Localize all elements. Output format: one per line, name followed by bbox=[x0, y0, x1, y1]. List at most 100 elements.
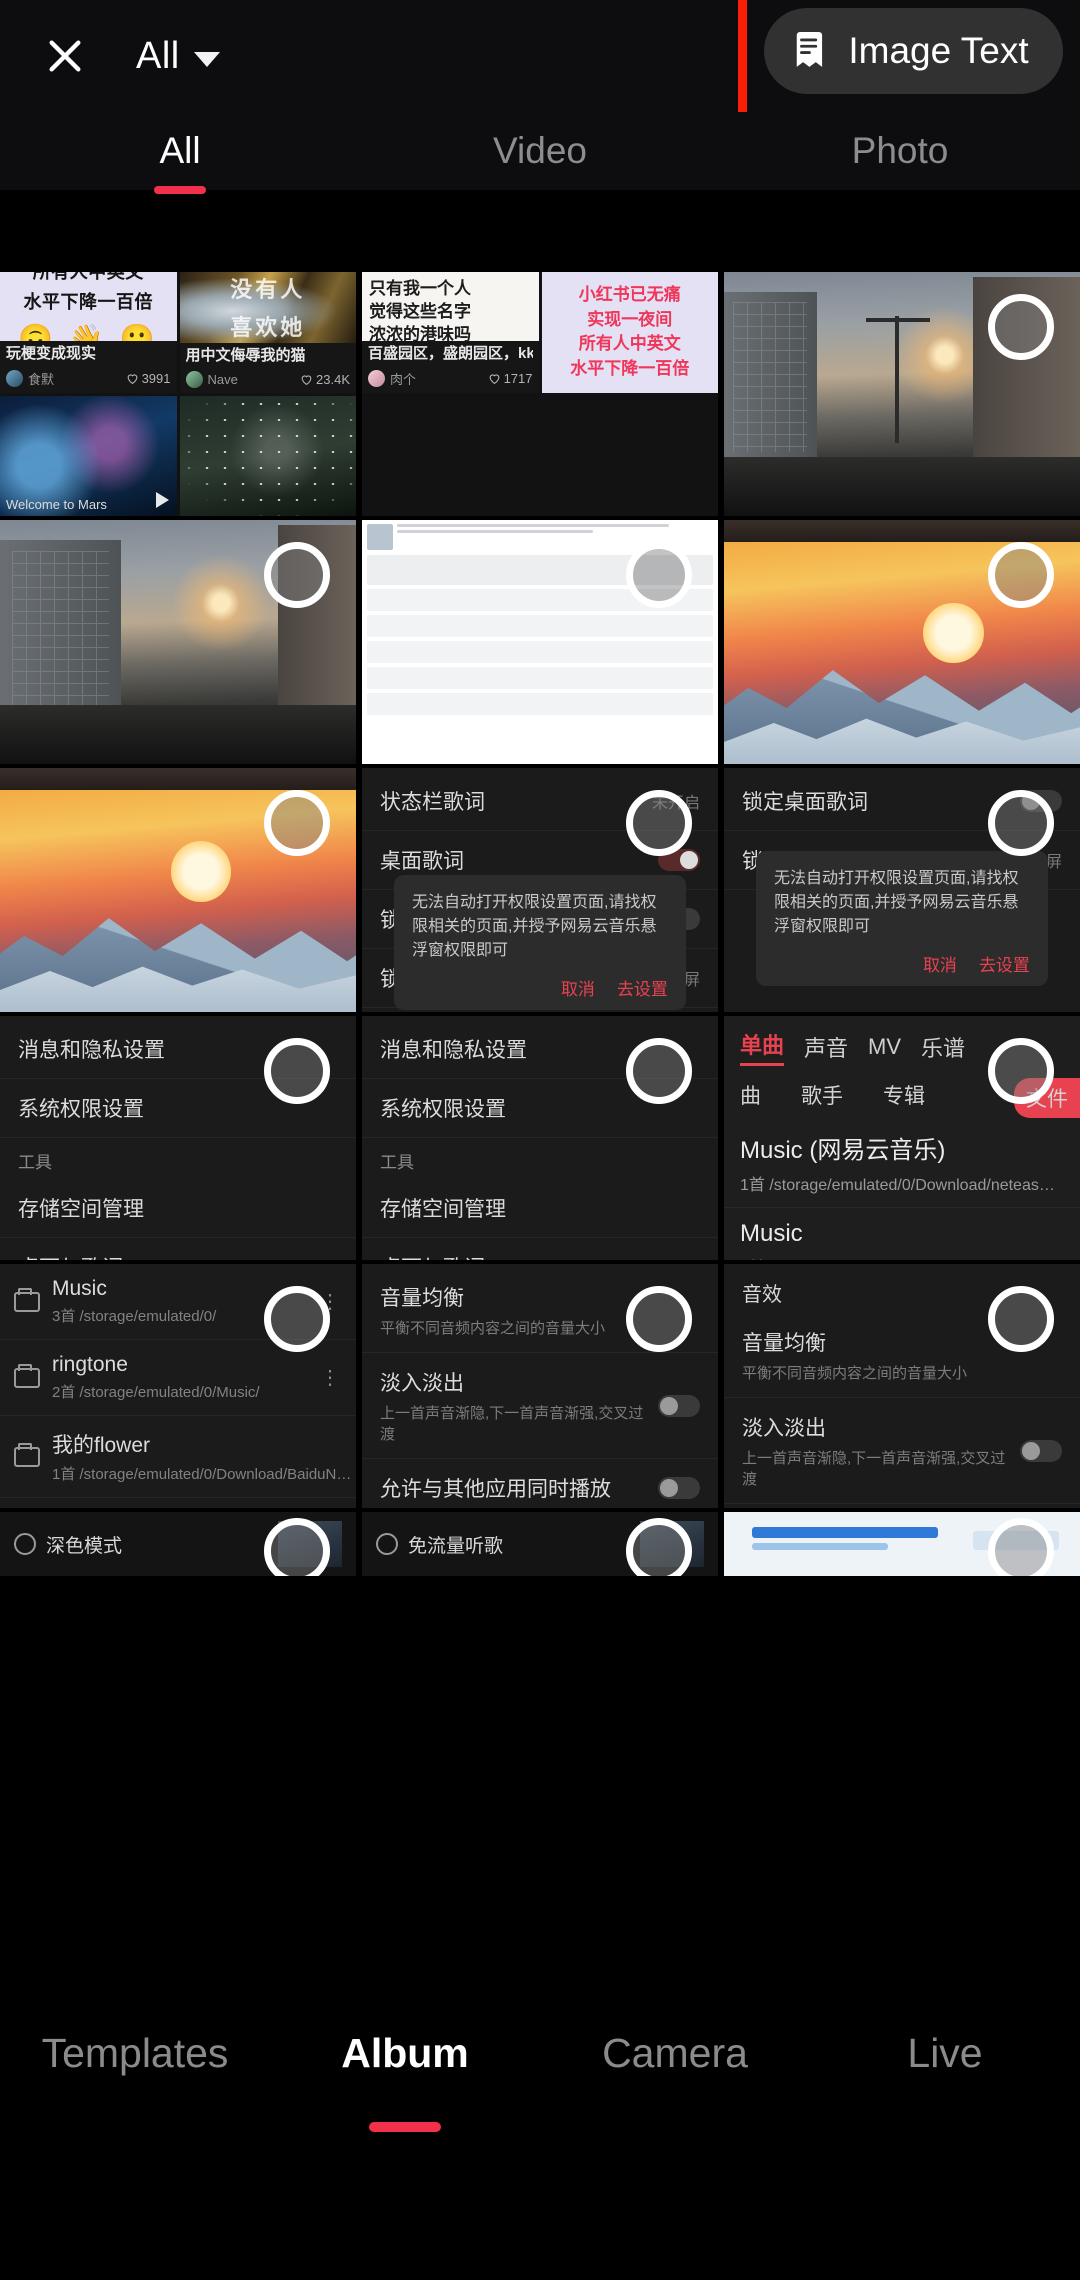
heart-icon bbox=[301, 374, 312, 385]
nav-templates[interactable]: Templates bbox=[0, 2030, 270, 2077]
nav-album[interactable]: Album bbox=[270, 2030, 540, 2077]
row-title: 存储空间管理 bbox=[380, 1198, 506, 1221]
grid-item-privacy-settings-2[interactable]: 消息和隐私设置 系统权限设置 工具 存储空间管理 桌面与歌词 账号页管理 小组件… bbox=[362, 1016, 718, 1260]
grid-item-mountain-painting-2[interactable] bbox=[0, 768, 356, 1012]
grid-item-dark-mode-fragment[interactable]: 深色模式 bbox=[0, 1512, 356, 1576]
tab-score: 乐谱 bbox=[921, 1036, 966, 1061]
dialog-message: 无法自动打开权限设置页面,请找权限相关的页面,并授予网易云音乐悬浮窗权限即可 bbox=[774, 869, 1019, 935]
tab-all[interactable]: All bbox=[0, 112, 360, 190]
row-title: 音量均衡 bbox=[380, 1287, 464, 1310]
grid-item-spreadsheet[interactable] bbox=[362, 520, 718, 764]
thumbnail bbox=[367, 524, 393, 550]
folder-selector-label: All bbox=[136, 34, 180, 77]
grid-item-folder-list[interactable]: Music 3首 /storage/emulated/0/ ⋮ ringtone… bbox=[0, 1264, 356, 1508]
table-block bbox=[367, 641, 713, 663]
post-line-3: 浓浓的港味吗 bbox=[369, 324, 471, 341]
post-text-block: 只有我一个人 觉得这些名字 浓浓的港味吗 bbox=[362, 272, 539, 341]
selection-circle[interactable] bbox=[626, 542, 692, 608]
selection-circle[interactable] bbox=[988, 1518, 1054, 1576]
subtab-artist: 歌手 bbox=[801, 1085, 843, 1108]
permission-dialog: 无法自动打开权限设置页面,请找权限相关的页面,并授予网易云音乐悬浮窗权限即可 取… bbox=[394, 875, 686, 1011]
chevron-down-icon bbox=[193, 51, 220, 67]
selection-circle[interactable] bbox=[988, 790, 1054, 856]
settings-row: 淡入淡出 上一首声音渐隐,下一首声音渐强,交叉过渡 bbox=[362, 1353, 718, 1459]
subtab-song: 曲 bbox=[740, 1085, 761, 1108]
settings-row: 桌面与歌词 bbox=[0, 1238, 356, 1260]
grid-item-rednote-post[interactable]: 只有我一个人 觉得这些名字 浓浓的港味吗 百盛园区，盛朗园区，kk园区，只有我一… bbox=[362, 272, 718, 516]
rednote-card-image: 所有人中英文 水平下降一百倍 🙃 👋 🙂 bbox=[0, 272, 177, 341]
dialog-cancel-button[interactable]: 取消 bbox=[923, 951, 957, 976]
rednote-card-image: Welcome to Mars bbox=[0, 395, 177, 516]
line bbox=[397, 530, 593, 533]
rednote-card-footer: 肉个 1717 bbox=[368, 369, 533, 388]
concert-video-thumb: Welcome to Mars bbox=[0, 395, 177, 516]
tab-single: 单曲 bbox=[740, 1028, 785, 1066]
grid-item-mountain-painting[interactable] bbox=[724, 520, 1080, 764]
grid-item-rednote-feed[interactable]: 所有人中英文 水平下降一百倍 🙃 👋 🙂 玩梗变成现实 食默 3991 bbox=[0, 272, 356, 516]
selection-circle[interactable] bbox=[988, 294, 1054, 360]
dialog-confirm-button[interactable]: 去设置 bbox=[979, 951, 1030, 976]
music-name: Music bbox=[740, 1220, 803, 1247]
like-value: 3991 bbox=[141, 370, 171, 386]
selection-circle[interactable] bbox=[264, 1518, 330, 1576]
settings-row: 允许与其他应用同时播放 bbox=[724, 1504, 1080, 1508]
grid-item-street-sunset[interactable] bbox=[724, 272, 1080, 516]
line bbox=[397, 524, 669, 527]
row-title: 状态栏歌词 bbox=[380, 791, 485, 814]
selection-circle[interactable] bbox=[626, 790, 692, 856]
selection-circle[interactable] bbox=[264, 1286, 330, 1352]
folder-name: ringtone bbox=[52, 1353, 128, 1376]
grid-item-privacy-settings[interactable]: 消息和隐私设置 系统权限设置 工具 存储空间管理 桌面与歌词 账号页管理 小组件… bbox=[0, 1016, 356, 1260]
folder-icon bbox=[14, 1363, 40, 1388]
more-vertical-icon[interactable]: ⋮ bbox=[320, 1365, 342, 1390]
grid-item-lyrics-settings[interactable]: 状态栏歌词 未开启 桌面歌词 锁定桌面歌词 锁屏显示 系统锁屏 无法自动打开权限… bbox=[362, 768, 718, 1012]
grid-item-street-sunset-2[interactable] bbox=[0, 520, 356, 764]
selection-circle[interactable] bbox=[626, 1518, 692, 1576]
selection-circle[interactable] bbox=[264, 1038, 330, 1104]
selection-circle[interactable] bbox=[988, 542, 1054, 608]
selection-circle[interactable] bbox=[264, 790, 330, 856]
grid-item-audio-settings[interactable]: 音量均衡 平衡不同音频内容之间的音量大小 淡入淡出 上一首声音渐隐,下一首声音渐… bbox=[362, 1264, 718, 1508]
grid-item-music-library[interactable]: 单曲 声音 MV 乐谱 曲 歌手 专辑 文件 Music (网易云音乐) 1首 … bbox=[724, 1016, 1080, 1260]
rednote-card-title: 百盛园区，盛朗园区，kk园区，只有我一个… bbox=[368, 344, 533, 362]
fragment-label: 深色模式 bbox=[46, 1535, 123, 1557]
music-path: 1首 /storage/emulated/0/Download/neteas… bbox=[740, 1177, 1055, 1194]
rednote-card-meta: 用中文侮辱我的猫 Nave 23.4K bbox=[180, 343, 357, 393]
tab-video[interactable]: Video bbox=[360, 112, 720, 190]
row-title: 淡入淡出 bbox=[380, 1372, 464, 1395]
grid-item-lyrics-settings-2[interactable]: 锁定桌面歌词 锁屏显示 系统锁屏 无法自动打开权限设置页面,请找权限相关的页面,… bbox=[724, 768, 1080, 1012]
folder-selector[interactable]: All bbox=[136, 35, 220, 78]
close-button[interactable] bbox=[28, 19, 102, 93]
selection-circle[interactable] bbox=[264, 542, 330, 608]
nav-live[interactable]: Live bbox=[810, 2030, 1080, 2077]
tab-photo[interactable]: Photo bbox=[720, 112, 1080, 190]
selection-circle[interactable] bbox=[626, 1038, 692, 1104]
toggle bbox=[658, 1394, 700, 1417]
dialog-actions: 取消 去设置 bbox=[412, 975, 668, 1000]
video-caption: Welcome to Mars bbox=[6, 497, 107, 512]
rednote-card-image: 没有人 喜欢她 bbox=[179, 272, 356, 343]
dialog-confirm-button[interactable]: 去设置 bbox=[617, 975, 668, 1000]
play-icon bbox=[155, 492, 169, 508]
cat-photo: 没有人 喜欢她 bbox=[179, 272, 356, 343]
rednote-card-image: 小红书已无痛 实现一夜间 所有人中英文 水平下降一百倍 bbox=[541, 272, 718, 393]
row-title: 桌面与歌词 bbox=[18, 1252, 123, 1260]
nav-camera[interactable]: Camera bbox=[540, 2030, 810, 2077]
selection-circle[interactable] bbox=[626, 1286, 692, 1352]
selection-circle[interactable] bbox=[988, 1286, 1054, 1352]
rednote-card: 只有我一个人 觉得这些名字 浓浓的港味吗 百盛园区，盛朗园区，kk园区，只有我一… bbox=[362, 272, 539, 393]
author-name: 食默 bbox=[28, 371, 55, 387]
rednote-card-title: 玩梗变成现实 bbox=[6, 344, 97, 362]
image-text-button[interactable]: Image Text bbox=[764, 8, 1063, 94]
grid-item-promo-fragment[interactable] bbox=[724, 1512, 1080, 1576]
grid-item-audio-settings-2[interactable]: 音效 音量均衡 平衡不同音频内容之间的音量大小 淡入淡出 上一首声音渐隐,下一首… bbox=[724, 1264, 1080, 1508]
folder-text: 我的flower 1首 /storage/emulated/0/Download… bbox=[52, 1429, 351, 1484]
dialog-cancel-button[interactable]: 取消 bbox=[561, 975, 595, 1000]
rednote-card-footer: Nave 23.4K bbox=[185, 370, 350, 388]
grid-item-data-saver-fragment[interactable]: 免流量听歌 bbox=[362, 1512, 718, 1576]
folder-row: 我的flower 1首 /storage/emulated/0/Download… bbox=[0, 1416, 356, 1498]
like-count: 3991 bbox=[126, 371, 171, 386]
filter-tabs: All Video Photo bbox=[0, 112, 1080, 190]
avatar bbox=[6, 369, 23, 387]
selection-circle[interactable] bbox=[988, 1038, 1054, 1104]
